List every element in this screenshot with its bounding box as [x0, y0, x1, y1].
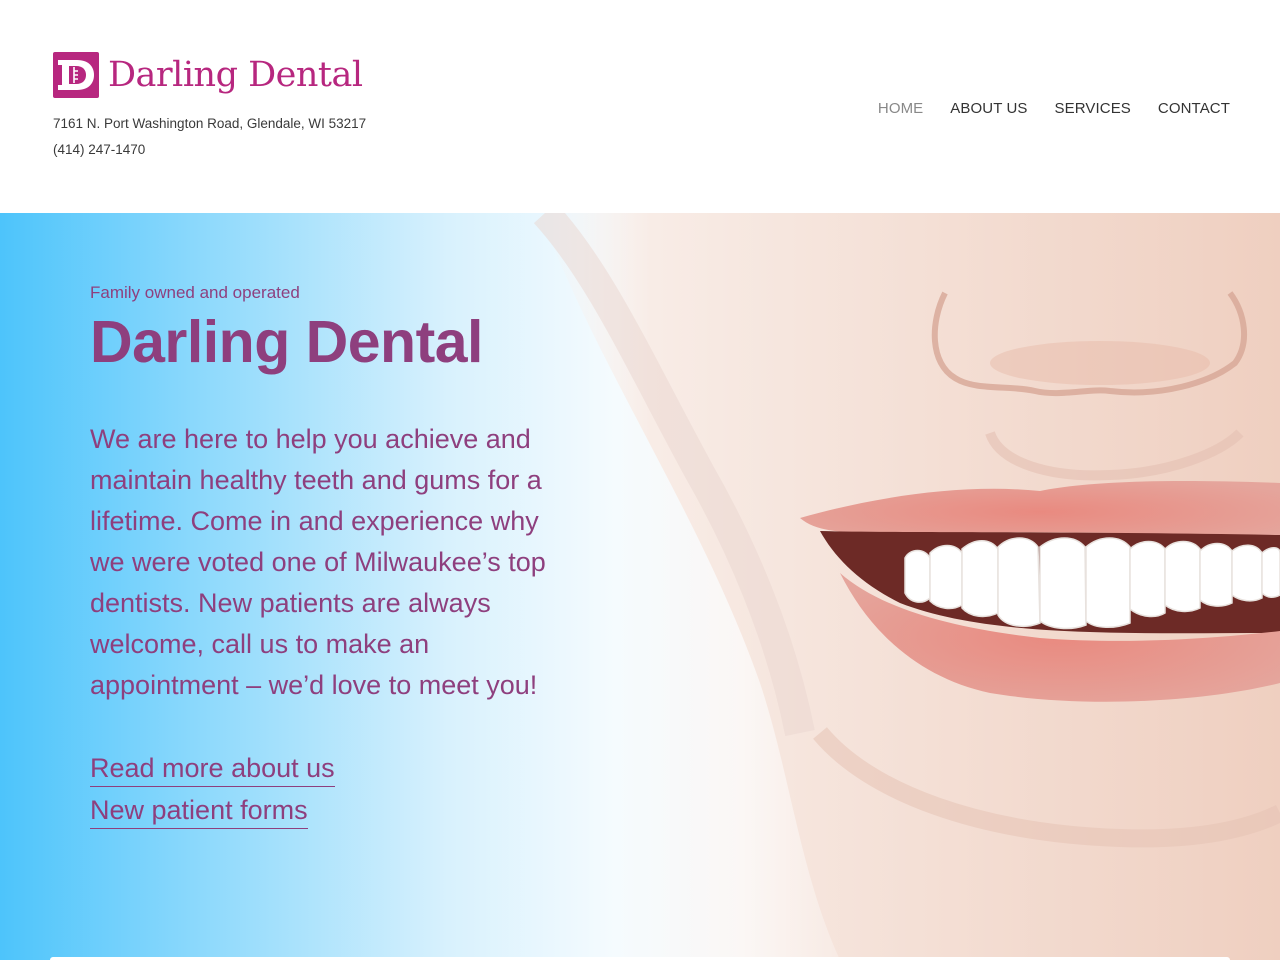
site-logo[interactable]: Darling Dental: [53, 52, 363, 98]
nav-services[interactable]: SERVICES: [1055, 100, 1131, 117]
tooth-d-logo-icon: [53, 52, 99, 98]
hero-links: Read more about us New patient forms: [90, 750, 560, 829]
nav-contact[interactable]: CONTACT: [1158, 100, 1230, 117]
hero-title: Darling Dental: [90, 309, 483, 375]
hero-tagline: Family owned and operated: [90, 283, 300, 302]
nav-about-us[interactable]: ABOUT US: [950, 100, 1027, 117]
phone-link[interactable]: (414) 247-1470: [53, 142, 145, 157]
address-text: 7161 N. Port Washington Road, Glendale, …: [53, 116, 367, 131]
hero-description: We are here to help you achieve and main…: [90, 424, 546, 700]
new-patient-forms-link[interactable]: New patient forms: [90, 792, 308, 829]
read-more-about-us-link[interactable]: Read more about us: [90, 750, 335, 787]
main-nav: HOME ABOUT US SERVICES CONTACT: [878, 100, 1230, 117]
brand-name: Darling Dental: [108, 55, 363, 95]
hero-section: Family owned and operated Darling Dental…: [0, 213, 1280, 960]
nav-home[interactable]: HOME: [878, 100, 923, 117]
site-header: Darling Dental 7161 N. Port Washington R…: [0, 0, 1280, 213]
hero-content: Family owned and operated Darling Dental…: [90, 283, 560, 834]
